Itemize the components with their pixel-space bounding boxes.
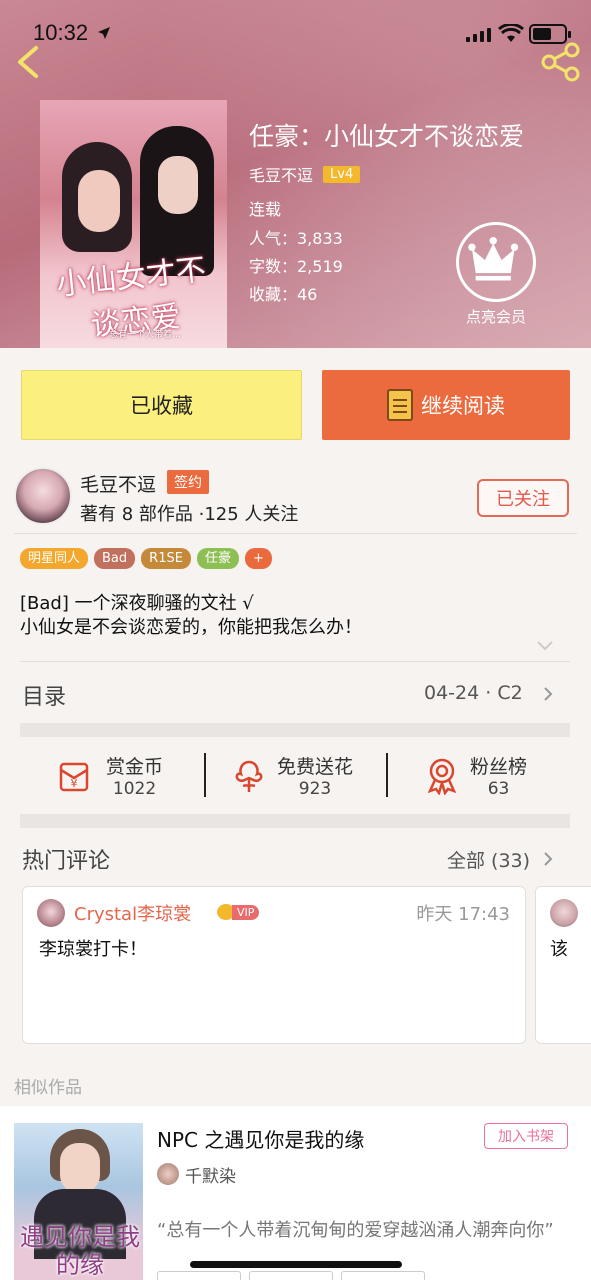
section-separator xyxy=(20,814,570,828)
toc-latest-chapter[interactable]: 04-24 · C2 xyxy=(424,682,523,704)
vip-label: VIP xyxy=(232,904,260,920)
battery-icon xyxy=(529,24,571,44)
commenter-avatar[interactable] xyxy=(37,899,65,927)
section-separator xyxy=(20,723,570,737)
reward-coins-button[interactable]: ¥ 赏金币 1022 xyxy=(58,752,163,799)
stat-title: 粉丝榜 xyxy=(470,756,528,778)
medal-icon xyxy=(427,758,457,795)
wifi-icon xyxy=(498,24,524,42)
cellular-signal-icon xyxy=(466,26,491,42)
cover-subtitle-art: 总有一个人带着… xyxy=(108,330,181,340)
tag-chip[interactable] xyxy=(157,1271,241,1280)
home-indicator[interactable] xyxy=(190,1261,402,1268)
tag-chip[interactable]: Bad xyxy=(94,548,136,569)
stat-value: 63 xyxy=(487,779,510,799)
similar-book-cover[interactable]: 遇见你是我的缘 xyxy=(14,1123,143,1280)
member-button[interactable]: 点亮会员 xyxy=(454,222,538,327)
svg-text:¥: ¥ xyxy=(71,777,78,790)
expand-chevron-icon[interactable] xyxy=(536,640,554,652)
book-status: 连载 xyxy=(249,200,282,219)
book-word-count: 字数：2,519 xyxy=(249,257,343,276)
stat-value: 1022 xyxy=(112,779,157,799)
tag-chip[interactable]: 明星同人 xyxy=(20,548,89,569)
book-favorites: 收藏：46 xyxy=(249,285,318,304)
add-to-shelf-button[interactable]: 加入书架 xyxy=(484,1123,568,1149)
similar-book-description: “总有一个人带着沉甸甸的爱穿越汹涌人潮奔向你” xyxy=(157,1220,554,1241)
member-label: 点亮会员 xyxy=(465,308,526,326)
coin-envelope-icon: ¥ xyxy=(59,762,89,791)
send-flower-button[interactable]: 免费送花 923 xyxy=(233,752,353,799)
similar-cover-title-art: 遇见你是我的缘 xyxy=(20,1223,140,1279)
add-to-shelf-label: 加入书架 xyxy=(498,1129,554,1145)
comment-text: 李琼裳打卡！ xyxy=(39,939,147,960)
book-cover[interactable]: 小仙女才不谈恋爱 总有一个人带着… xyxy=(40,100,227,348)
book-description: [Bad] 一个深夜聊骚的文社 √ 小仙女是不会谈恋爱的，你能把我怎么办！ xyxy=(20,592,362,640)
book-popularity: 人气：3,833 xyxy=(249,229,343,248)
tag-chip[interactable]: R1SE xyxy=(141,548,191,569)
collected-label: 已收藏 xyxy=(130,394,193,418)
author-avatar[interactable] xyxy=(14,467,72,525)
tag-chip[interactable] xyxy=(341,1271,425,1280)
book-header: 10:32 小仙女才不谈恋爱 总有一个人带着… 任豪：小仙女才不谈恋爱 毛豆不逗… xyxy=(0,0,591,348)
book-icon xyxy=(387,389,413,421)
book-title: 任豪：小仙女才不谈恋爱 xyxy=(249,122,525,151)
similar-book-card[interactable]: 遇见你是我的缘 NPC 之遇见你是我的缘 加入书架 千默染 “总有一个人带着沉甸… xyxy=(0,1106,591,1280)
book-author-name[interactable]: 毛豆不逗 xyxy=(249,162,313,186)
tag-chip[interactable] xyxy=(249,1271,333,1280)
stat-title: 赏金币 xyxy=(106,756,164,778)
back-arrow-icon[interactable] xyxy=(12,44,44,80)
continue-reading-label: 继续阅读 xyxy=(421,394,505,418)
similar-book-title[interactable]: NPC 之遇见你是我的缘 xyxy=(157,1124,364,1153)
description-line: [Bad] 一个深夜聊骚的文社 √ xyxy=(20,593,254,614)
commenter-avatar[interactable] xyxy=(550,899,578,927)
status-bar: 10:32 xyxy=(0,0,591,70)
book-author-row: 毛豆不逗 Lv4 xyxy=(249,162,361,186)
description-line: 小仙女是不会谈恋爱的，你能把我怎么办！ xyxy=(20,617,362,638)
follow-label: 已关注 xyxy=(496,489,550,510)
level-badge: Lv4 xyxy=(323,165,361,183)
divider xyxy=(20,661,570,662)
fans-ranking-button[interactable]: 粉丝榜 63 xyxy=(426,752,527,799)
commenter-name[interactable]: Crystal李琼裳 xyxy=(74,900,191,926)
continue-reading-button[interactable]: 继续阅读 xyxy=(322,370,570,440)
similar-tag-list xyxy=(157,1271,425,1280)
comment-text: 该 xyxy=(550,939,568,960)
divider xyxy=(386,753,388,797)
comment-time: 昨天 17:43 xyxy=(416,904,510,925)
stat-value: 923 xyxy=(298,779,332,799)
similar-book-author[interactable]: 千默染 xyxy=(185,1162,236,1187)
signed-badge: 签约 xyxy=(167,470,209,494)
tag-list: 明星同人 Bad R1SE 任豪 + xyxy=(20,548,272,569)
share-icon[interactable] xyxy=(540,42,582,82)
crown-icon xyxy=(456,222,536,302)
status-time: 10:32 xyxy=(33,20,89,45)
similar-author-avatar xyxy=(157,1163,179,1185)
comment-card[interactable]: 该 xyxy=(535,886,591,1044)
toc-label[interactable]: 目录 xyxy=(22,679,66,711)
comment-card[interactable]: Crystal李琼裳 VIP 昨天 17:43 李琼裳打卡！ xyxy=(22,886,526,1044)
flower-icon xyxy=(235,760,263,792)
chevron-right-icon[interactable] xyxy=(543,686,553,702)
chevron-right-icon[interactable] xyxy=(543,851,553,867)
divider xyxy=(14,533,577,534)
vip-badge: VIP xyxy=(217,904,260,920)
author-stats: 著有 8 部作品 ·125 人关注 xyxy=(80,504,299,525)
author-name[interactable]: 毛豆不逗 xyxy=(80,470,156,497)
all-comments-link[interactable]: 全部 (33) xyxy=(447,846,530,873)
tag-chip[interactable]: 任豪 xyxy=(196,548,239,569)
divider xyxy=(204,753,206,797)
location-arrow-icon xyxy=(98,27,110,39)
stat-title: 免费送花 xyxy=(277,756,354,778)
hot-comments-label: 热门评论 xyxy=(22,849,111,874)
follow-button[interactable]: 已关注 xyxy=(477,479,569,517)
similar-works-label: 相似作品 xyxy=(14,1078,82,1098)
add-tag-button[interactable]: + xyxy=(244,548,272,569)
collected-button[interactable]: 已收藏 xyxy=(21,370,302,440)
